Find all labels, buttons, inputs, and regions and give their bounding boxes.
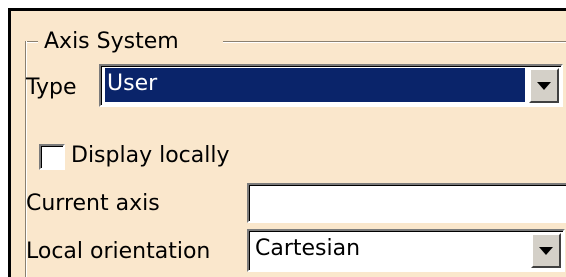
local-orientation-dropdown-button[interactable]	[531, 233, 561, 268]
group-frame-top-right	[223, 41, 566, 43]
type-combo-value: User	[105, 68, 525, 102]
chevron-down-icon	[539, 246, 553, 255]
display-locally-label[interactable]: Display locally	[71, 141, 229, 171]
local-orientation-value: Cartesian	[255, 236, 361, 261]
axis-system-panel: Axis System Type User Display locally Cu…	[8, 8, 566, 277]
local-orientation-label: Local orientation	[26, 239, 211, 264]
current-axis-label: Current axis	[26, 191, 160, 216]
type-dropdown-button[interactable]	[529, 68, 559, 103]
local-orientation-combo[interactable]: Cartesian	[247, 229, 565, 272]
type-label: Type	[26, 75, 77, 100]
chevron-down-icon	[537, 81, 551, 90]
type-combo[interactable]: User	[99, 64, 563, 107]
current-axis-field[interactable]	[247, 183, 566, 223]
group-title: Axis System	[44, 29, 179, 54]
display-locally-checkbox[interactable]	[39, 144, 65, 170]
